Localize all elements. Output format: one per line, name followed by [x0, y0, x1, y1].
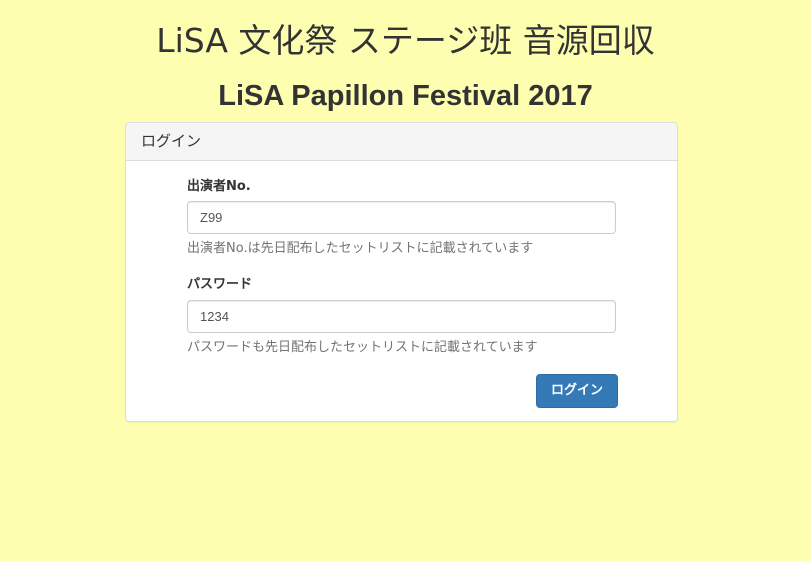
- password-help: パスワードも先日配布したセットリストに記載されています: [187, 340, 538, 355]
- page-title: LiSA 文化祭 ステージ班 音源回収: [156, 21, 655, 60]
- login-panel-heading: ログイン: [126, 123, 677, 161]
- password-input[interactable]: [187, 300, 616, 333]
- login-panel: ログイン 出演者No. 出演者No.は先日配布したセットリストに記載されています…: [125, 122, 678, 422]
- password-label: パスワード: [187, 277, 253, 292]
- performer-number-input[interactable]: [187, 201, 616, 234]
- performer-number-help: 出演者No.は先日配布したセットリストに記載されています: [187, 241, 534, 256]
- performer-number-label: 出演者No.: [187, 179, 251, 194]
- page-subtitle: LiSA Papillon Festival 2017: [218, 80, 593, 112]
- login-button[interactable]: ログイン: [536, 374, 618, 408]
